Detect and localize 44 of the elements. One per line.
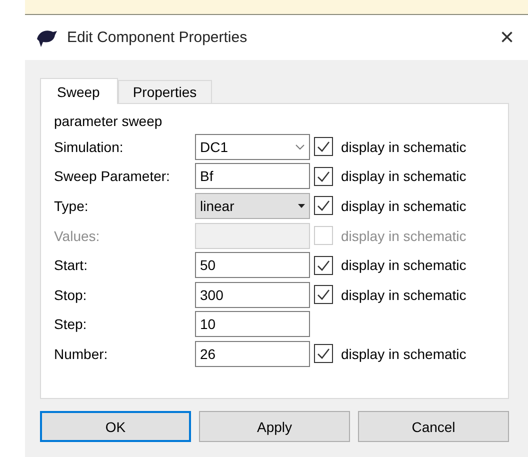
close-button[interactable]: × (500, 26, 514, 50)
checkbox-label: display in schematic (341, 228, 466, 244)
input-field[interactable]: Bf (195, 163, 310, 190)
checkbox-label: display in schematic (341, 346, 466, 362)
field-label: Sweep Parameter: (54, 168, 171, 184)
input-field[interactable]: 300 (195, 282, 310, 308)
check-icon (317, 200, 330, 212)
field-label: Start: (54, 257, 88, 274)
dialog-button[interactable]: Apply (199, 411, 350, 442)
caret-icon (298, 204, 305, 208)
check-icon (317, 170, 330, 182)
tab[interactable]: Sweep (40, 78, 118, 104)
checkbox-label: display in schematic (341, 257, 466, 274)
checkbox-label: display in schematic (341, 168, 466, 184)
checkbox-label: display in schematic (341, 198, 466, 214)
check-icon (317, 141, 330, 152)
input-field[interactable]: 10 (195, 311, 310, 338)
field-label: Simulation: (54, 138, 124, 155)
window-title: Edit Component Properties (67, 29, 248, 46)
checkbox[interactable] (314, 137, 333, 156)
checkbox[interactable] (314, 285, 333, 304)
input-field[interactable]: 26 (195, 340, 310, 367)
chevron-icon (295, 144, 305, 150)
field-label: Step: (54, 316, 88, 332)
dialog-button[interactable]: Cancel (358, 411, 509, 442)
checkbox[interactable] (314, 166, 333, 186)
checkbox[interactable] (314, 196, 333, 216)
input-field[interactable]: 50 (195, 252, 310, 278)
field-label: Number: (54, 346, 109, 362)
field-label: Type: (54, 198, 90, 214)
check-icon (317, 260, 330, 271)
checkbox[interactable] (314, 256, 333, 275)
checkbox[interactable] (314, 344, 333, 364)
checkbox-label: display in schematic (341, 138, 466, 155)
tab[interactable]: Properties (118, 80, 212, 103)
field-label: Values: (54, 228, 101, 244)
check-icon (317, 289, 330, 300)
combo-box[interactable]: DC1 (195, 134, 310, 160)
dialog-button[interactable]: OK (40, 411, 191, 442)
group-label: parameter sweep (54, 112, 164, 131)
field-label: Stop: (54, 286, 88, 303)
checkbox-label: display in schematic (341, 286, 466, 303)
dropdown[interactable]: linear (195, 192, 310, 219)
check-icon (317, 348, 330, 360)
